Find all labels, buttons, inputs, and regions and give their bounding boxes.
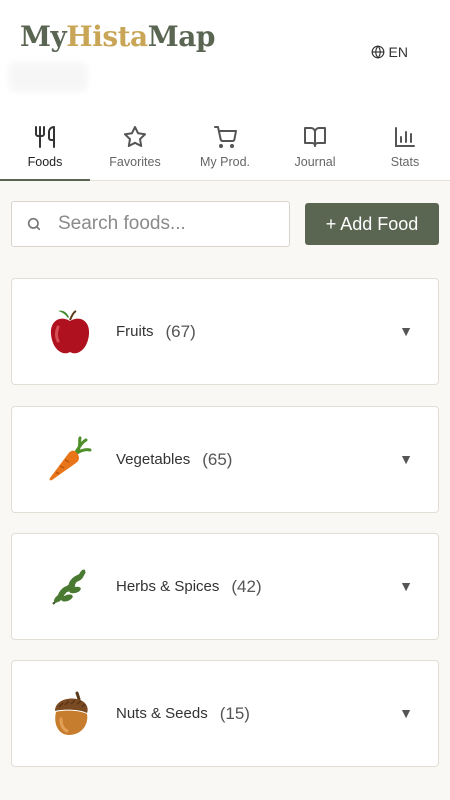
globe-icon [371,45,384,59]
category-name: Nuts & Seeds [116,705,208,722]
category-count: (67) [165,321,196,341]
search-input[interactable] [56,212,270,236]
category-fruits[interactable]: Fruits (67) ▼ [11,278,439,385]
tab-label: My Prod. [199,155,250,169]
language-selector[interactable]: EN [371,44,408,60]
tab-label: Foods [27,155,63,169]
chevron-down-icon[interactable]: ▼ [399,578,413,594]
fork-knife-icon [35,126,55,148]
category-name: Herbs & Spices [116,578,220,595]
star-icon [124,126,146,147]
language-label: EN [388,44,408,60]
chevron-down-icon[interactable]: ▼ [399,323,413,339]
carrot-icon [40,430,100,490]
logo-part-my: My [20,20,67,53]
tab-favorites[interactable]: Favorites [90,115,180,180]
tab-stats[interactable]: Stats [360,115,450,180]
category-count: (15) [219,703,250,723]
chevron-down-icon[interactable]: ▼ [399,705,413,721]
search-box[interactable] [11,201,290,247]
cart-icon [214,126,237,148]
category-herbs-spices[interactable]: Herbs & Spices (42) ▼ [11,533,439,640]
category-name: Vegetables [116,451,191,468]
apple-icon [40,302,100,362]
add-food-button[interactable]: + Add Food [305,203,439,245]
app-logo[interactable]: MyHistaMap [20,20,215,53]
app-header: MyHistaMap EN [0,0,450,115]
category-count: (42) [231,576,262,596]
logo-part-map: Map [147,20,216,53]
category-nuts-seeds[interactable]: Nuts & Seeds (15) ▼ [11,660,439,767]
tab-label: Journal [294,155,336,169]
blurred-element [8,62,88,92]
logo-part-hista: Hista [66,20,148,53]
tab-bar: Foods Favorites My Prod. Journal Stats [0,115,450,181]
category-count: (65) [202,449,233,469]
tab-journal[interactable]: Journal [270,115,360,180]
herb-icon [40,557,100,617]
chevron-down-icon[interactable]: ▼ [399,451,413,467]
search-row: + Add Food [11,201,439,247]
category-name: Fruits [116,323,154,340]
tab-label: Stats [390,155,420,169]
category-vegetables[interactable]: Vegetables (65) ▼ [11,406,439,513]
search-icon [27,217,41,231]
tab-my-products[interactable]: My Prod. [180,115,270,180]
acorn-icon [40,684,100,744]
tab-label: Favorites [109,155,161,169]
bar-chart-icon [395,127,415,147]
book-icon [304,127,326,147]
tab-foods[interactable]: Foods [0,115,90,181]
